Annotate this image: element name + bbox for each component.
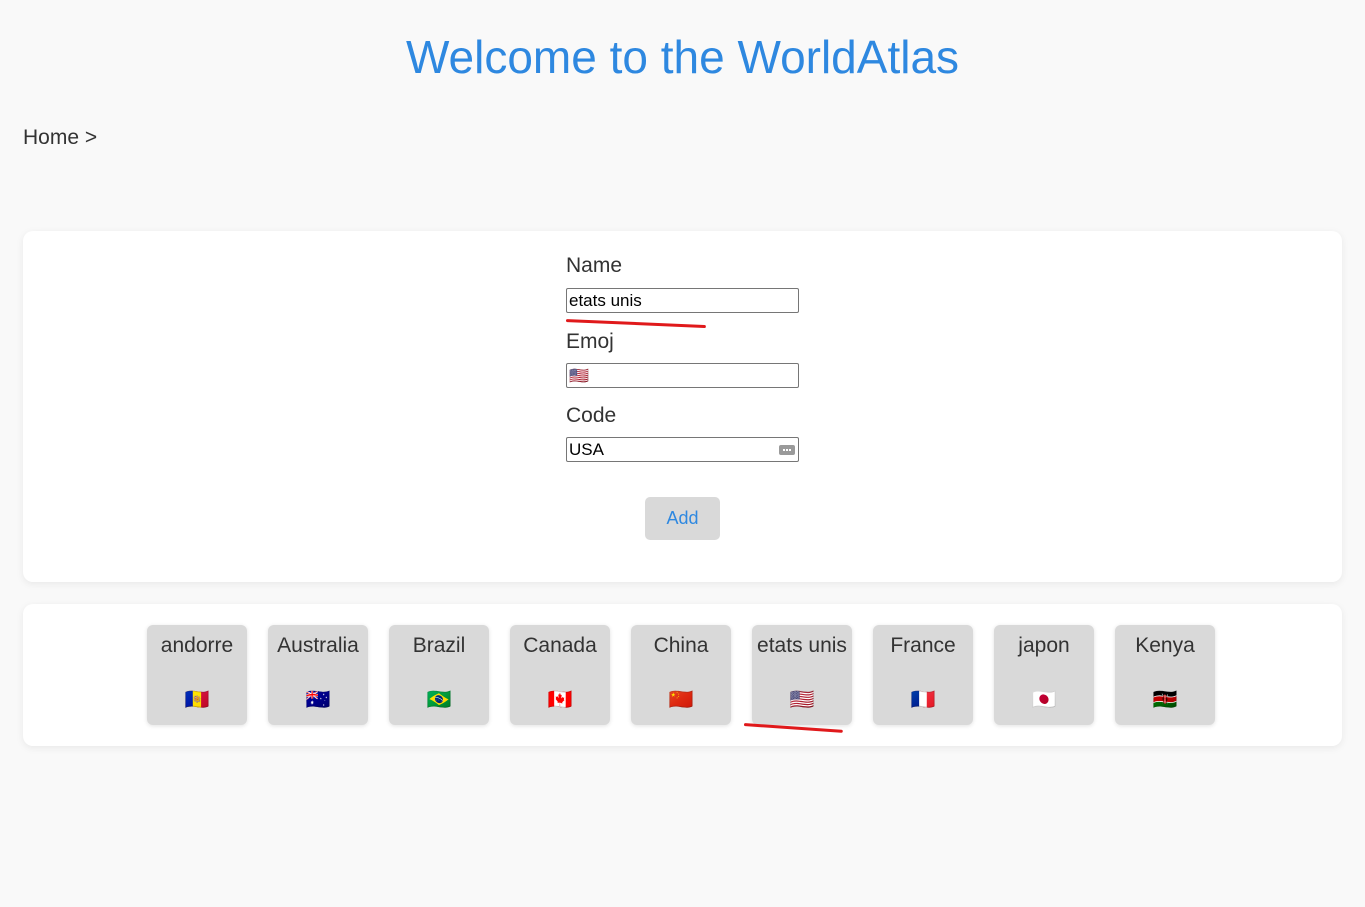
country-flag-icon: 🇺🇸 [789,689,815,711]
country-flag-icon: 🇦🇺 [305,689,331,711]
country-flag-icon: 🇦🇩 [184,689,210,711]
country-name: Canada [523,634,597,657]
code-label: Code [566,404,617,427]
keyboard-icon[interactable] [779,445,795,455]
country-card[interactable]: China 🇨🇳 [631,625,731,725]
name-label: Name [566,254,623,277]
country-name: Australia [277,634,359,657]
country-flag-icon: 🇧🇷 [426,689,452,711]
country-name: Kenya [1135,634,1195,657]
name-input[interactable] [566,288,799,313]
country-card[interactable]: etats unis 🇺🇸 [752,625,852,725]
country-card[interactable]: France 🇫🇷 [873,625,973,725]
country-row: andorre 🇦🇩 Australia 🇦🇺 Brazil 🇧🇷 Canada 🇨🇦 Chin… [147,625,1215,725]
code-input[interactable] [566,437,799,462]
country-name: China [653,634,709,657]
country-name: Brazil [412,634,466,657]
page-title: Welcome to the WorldAtlas [405,31,960,83]
country-flag-icon: 🇯🇵 [1031,689,1057,711]
country-flag-icon: 🇫🇷 [910,689,936,711]
country-card[interactable]: Canada 🇨🇦 [510,625,610,725]
emoji-input[interactable] [566,363,799,388]
country-flag-icon: 🇨🇳 [668,689,694,711]
name-spellcheck-underline [565,319,706,329]
add-country-form: Name Emoj Code Add [23,231,1342,582]
country-card[interactable]: andorre 🇦🇩 [147,625,247,725]
country-list: andorre 🇦🇩 Australia 🇦🇺 Brazil 🇧🇷 Canada 🇨🇦 Chin… [23,604,1342,746]
breadcrumb-home[interactable]: Home > [23,126,97,150]
country-flag-icon: 🇨🇦 [547,689,573,711]
country-card[interactable]: Australia 🇦🇺 [268,625,368,725]
emoji-label: Emoj [566,330,614,353]
country-name: japon [1018,634,1070,657]
country-name: andorre [160,634,234,657]
country-name: France [890,634,956,657]
country-name: etats unis [757,634,847,657]
country-flag-icon: 🇰🇪 [1152,689,1178,711]
country-card[interactable]: japon 🇯🇵 [994,625,1094,725]
country-card[interactable]: Brazil 🇧🇷 [389,625,489,725]
add-button[interactable]: Add [645,497,720,540]
country-card[interactable]: Kenya 🇰🇪 [1115,625,1215,725]
